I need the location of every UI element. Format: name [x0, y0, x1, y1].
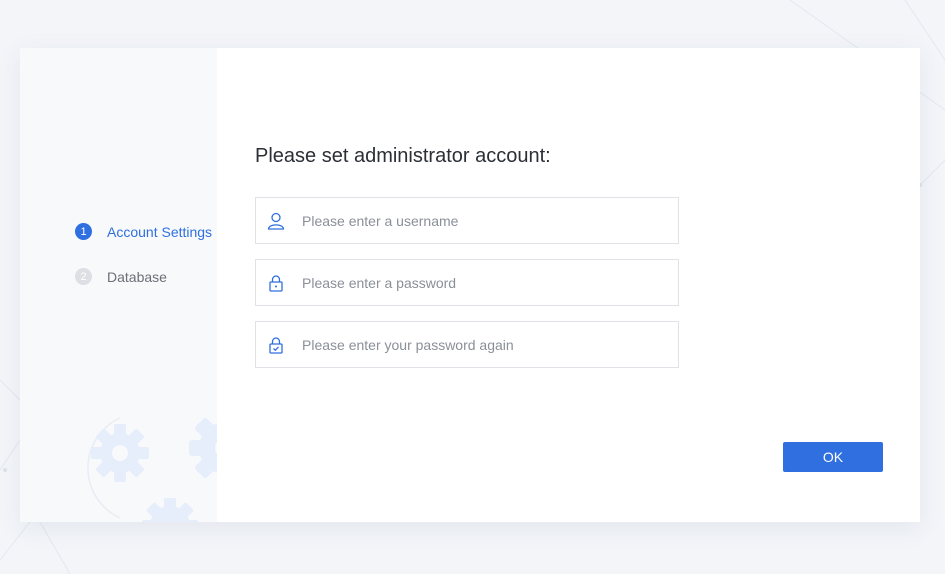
password-confirm-input[interactable]: [302, 336, 678, 353]
lock-check-icon: [267, 336, 285, 354]
step-label: Database: [107, 268, 167, 285]
gears-illustration: [87, 417, 217, 522]
steps-sidebar: 1 Account Settings 2 Database: [20, 48, 217, 522]
password-field[interactable]: [255, 259, 679, 306]
setup-dialog: 1 Account Settings 2 Database Please set…: [20, 48, 920, 522]
step-database: 2 Database: [75, 268, 167, 285]
step-account-settings: 1 Account Settings: [75, 223, 212, 240]
step-label: Account Settings: [107, 223, 213, 240]
username-field[interactable]: [255, 197, 679, 244]
password-input[interactable]: [302, 274, 678, 291]
gear-icon: [142, 498, 198, 522]
form-title: Please set administrator account:: [255, 145, 551, 167]
step-number-badge: 2: [75, 268, 92, 285]
lock-icon: [267, 274, 285, 292]
username-input[interactable]: [302, 212, 678, 229]
account-form: Please set administrator account: Please…: [217, 48, 920, 522]
user-icon: [267, 212, 285, 230]
gear-icon: [91, 424, 149, 482]
step-number-badge: 1: [75, 223, 92, 240]
gear-icon: [189, 418, 217, 478]
password-confirm-field[interactable]: [255, 321, 679, 368]
ok-button[interactable]: OK: [783, 442, 883, 472]
